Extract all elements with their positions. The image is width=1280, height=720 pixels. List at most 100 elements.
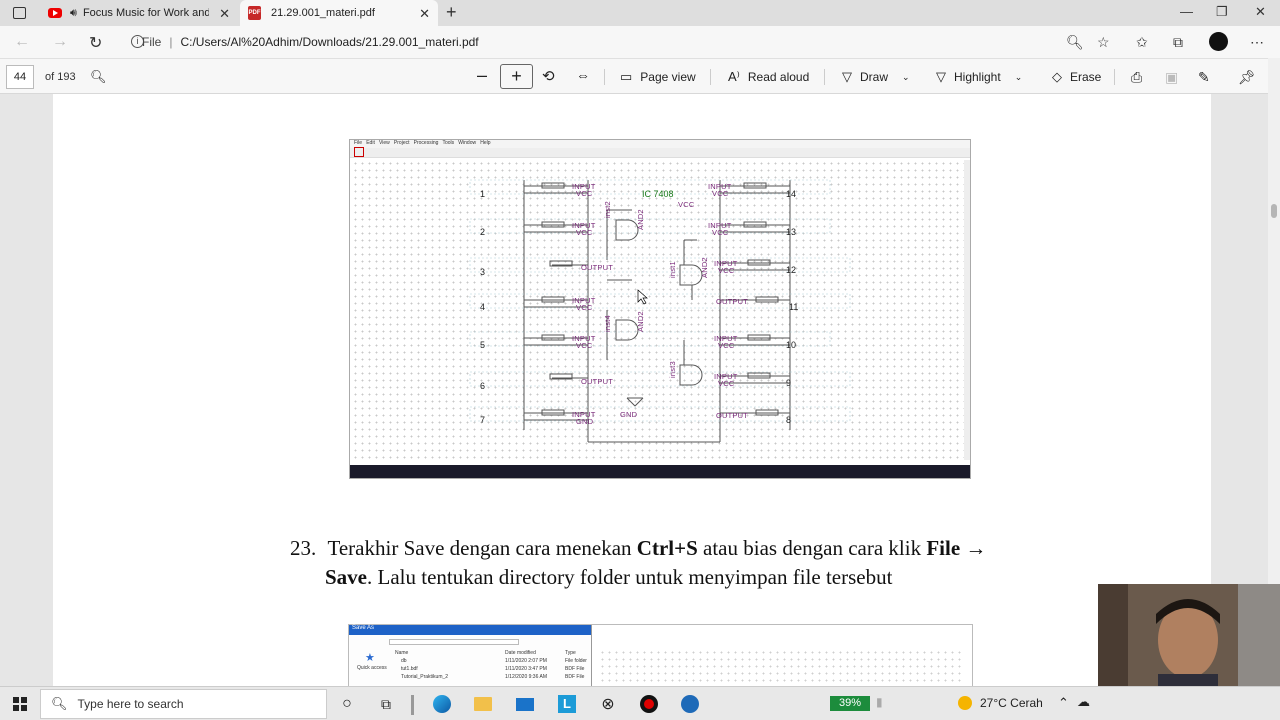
favorites-icon[interactable]: ✩: [1136, 34, 1148, 51]
search-icon[interactable]: 🔍︎: [90, 69, 107, 85]
column-name: Name: [395, 650, 409, 656]
gate-type-label: AND2: [700, 257, 709, 278]
url-field[interactable]: File | C:/Users/Al%20Adhim/Downloads/21.…: [120, 30, 1120, 54]
draw-icon: ▽: [842, 69, 852, 84]
highlight-button[interactable]: ▽ Highlight ⌄: [936, 69, 1022, 85]
step-bold: Ctrl+S: [636, 536, 698, 560]
record-icon[interactable]: [638, 693, 660, 715]
divider: [710, 69, 711, 85]
pin-number: 13: [786, 227, 797, 237]
presenter-silhouette: [1098, 584, 1280, 686]
mail-icon[interactable]: [514, 693, 536, 715]
close-tab-icon[interactable]: ✕: [219, 6, 230, 22]
profile-avatar[interactable]: [1209, 32, 1228, 51]
quick-access-label: Quick access: [357, 665, 387, 671]
rotate-icon[interactable]: ⟲: [542, 67, 555, 85]
saveas-screenshot: Save As ★ Quick access Name Date modifie…: [348, 624, 973, 686]
close-window-button[interactable]: ✕: [1255, 4, 1266, 20]
app-l-icon[interactable]: L: [556, 693, 578, 715]
back-icon[interactable]: ←: [14, 33, 30, 51]
file-date: 1/11/2020 2:07 PM: [505, 658, 547, 664]
forward-icon[interactable]: →: [52, 33, 68, 51]
screenshot-canvas: [599, 649, 965, 686]
refresh-icon[interactable]: ↻: [89, 33, 102, 53]
tab-youtube[interactable]: 🔊︎ Focus Music for Work and S ✕: [40, 0, 238, 26]
file-name[interactable]: Tutorial_Praktikum_2: [401, 674, 448, 680]
zoom-out-icon[interactable]: –: [477, 65, 487, 86]
file-date: 1/11/2020 3:47 PM: [505, 666, 547, 672]
windows-start-icon[interactable]: [13, 697, 27, 711]
tab-actions-icon[interactable]: [13, 7, 26, 19]
speaker-icon[interactable]: 🔊︎: [70, 7, 77, 20]
save-icon[interactable]: ▣: [1165, 69, 1178, 86]
new-tab-button[interactable]: +: [446, 2, 457, 23]
weather-text: 27°C Cerah: [980, 696, 1043, 710]
globe-app-icon[interactable]: [679, 693, 701, 715]
pin-number: 14: [786, 189, 797, 199]
edge-icon[interactable]: [431, 693, 453, 715]
column-type: Type: [565, 650, 576, 656]
vcc-label: VCC: [576, 341, 593, 350]
pin-icon[interactable]: 📌︎: [1238, 69, 1256, 86]
search-placeholder: Type here to search: [77, 697, 184, 711]
collections-icon[interactable]: ⧉: [1173, 34, 1183, 51]
pdf-toolbar: 44 of 193 🔍︎ – + ⟲ ⇔ ▭ Page view A⁾ Read…: [0, 58, 1280, 94]
schematic-canvas: IC 7408 1 2 3 4 5 6 7 14 13 12 11 10 9 8…: [352, 160, 966, 460]
zoom-in-button[interactable]: +: [500, 64, 533, 89]
pin-number: 2: [480, 227, 486, 237]
divider: [604, 69, 605, 85]
zoom-icon[interactable]: 🔍︎: [1066, 34, 1084, 51]
vcc-label: VCC: [576, 303, 593, 312]
taskbar: 🔍︎ Type here to search ○ ⧉ L ⊗ 39% ▮ 27°…: [0, 686, 1280, 720]
address-bar: ← → ↻ i File | C:/Users/Al%20Adhim/Downl…: [0, 26, 1280, 58]
draw-label: Draw: [860, 70, 889, 84]
page-number-input[interactable]: 44: [6, 65, 34, 89]
weather-widget[interactable]: 27°C Cerah: [958, 696, 1043, 710]
pin-number: 11: [789, 302, 799, 312]
cortana-icon[interactable]: ○: [336, 693, 358, 715]
page-view-button[interactable]: ▭ Page view: [620, 69, 696, 85]
xbox-icon[interactable]: ⊗: [597, 693, 619, 715]
output-label: OUTPUT: [716, 297, 749, 306]
file-name[interactable]: db: [401, 658, 407, 664]
file-explorer-icon[interactable]: [472, 693, 494, 715]
task-view-icon[interactable]: ⧉: [375, 693, 397, 715]
gate-instance-label: inst2: [603, 201, 612, 218]
pin-number: 9: [786, 378, 792, 388]
battery-indicator[interactable]: 39%: [830, 696, 870, 711]
chevron-down-icon[interactable]: ⌄: [1015, 72, 1023, 83]
pin-number: 7: [480, 415, 486, 425]
divider: [824, 69, 825, 85]
tab-pdf[interactable]: PDF 21.29.001_materi.pdf ✕: [240, 0, 438, 26]
schematic-wiring: [469, 179, 851, 443]
file-type: File folder: [565, 658, 587, 664]
maximize-button[interactable]: ❐: [1216, 4, 1228, 20]
print-icon[interactable]: ⎙: [1131, 69, 1142, 86]
erase-button[interactable]: ◇ Erase: [1052, 69, 1101, 85]
vcc-label: VCC: [712, 189, 729, 198]
draw-button[interactable]: ▽ Draw ⌄: [842, 69, 910, 85]
chevron-down-icon[interactable]: ⌄: [902, 72, 910, 83]
screenshot-toolbar: [350, 147, 970, 158]
chevron-up-icon[interactable]: ⌃: [1058, 695, 1069, 711]
minimize-button[interactable]: —: [1180, 4, 1193, 19]
webcam-overlay: [1098, 584, 1280, 686]
fit-page-icon[interactable]: ⇔: [576, 67, 590, 83]
output-label: OUTPUT: [716, 411, 749, 420]
page-view-label: Page view: [640, 70, 696, 84]
taskbar-search-box[interactable]: 🔍︎ Type here to search: [40, 689, 327, 719]
file-name[interactable]: tut1.bdf: [401, 666, 418, 672]
cloud-icon[interactable]: ☁: [1077, 694, 1090, 710]
read-aloud-button[interactable]: A⁾ Read aloud: [728, 69, 809, 85]
youtube-icon: [48, 8, 62, 18]
step-bold: File →: [926, 536, 987, 560]
scrollbar-thumb[interactable]: [1271, 204, 1277, 218]
close-tab-icon[interactable]: ✕: [419, 6, 430, 22]
battery-icon[interactable]: ▮: [876, 695, 883, 709]
more-menu-icon[interactable]: ⋯: [1250, 34, 1264, 51]
save-as-icon[interactable]: ✎: [1198, 69, 1210, 86]
pin-number: 6: [480, 381, 486, 391]
read-aloud-icon: A⁾: [728, 69, 740, 84]
add-favorite-icon[interactable]: ☆: [1097, 34, 1110, 51]
step-text: atau bias dengan cara klik: [697, 536, 927, 560]
